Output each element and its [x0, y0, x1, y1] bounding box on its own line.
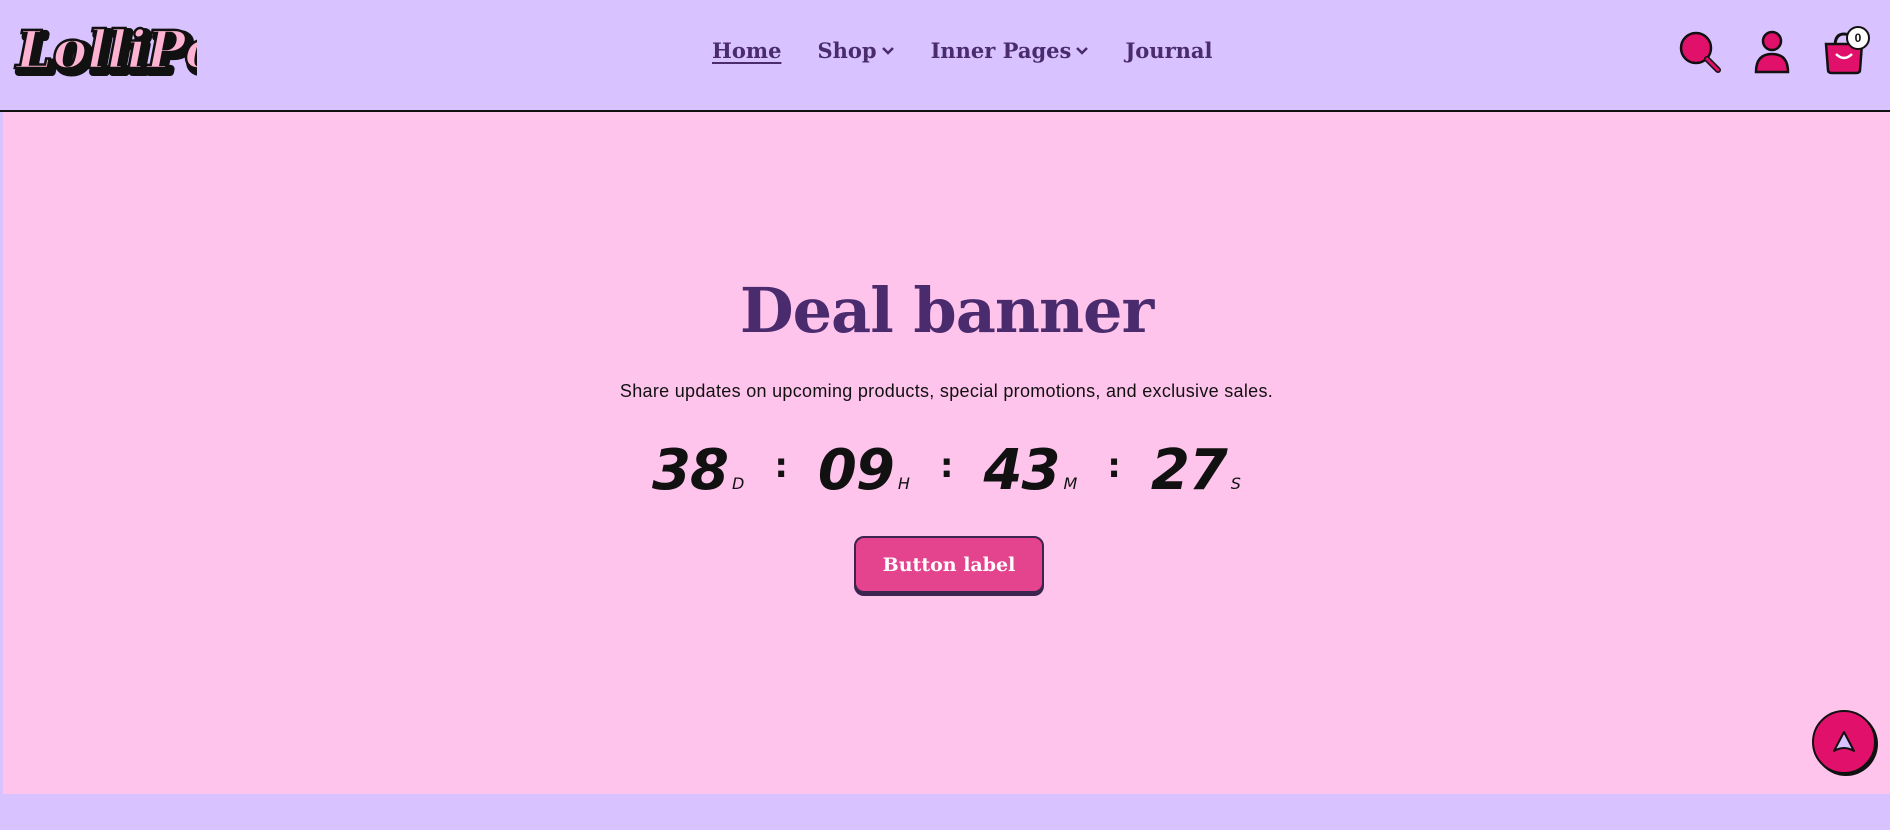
cart-button[interactable]: 0	[1820, 26, 1870, 76]
countdown-timer: 38 D : 09 H : 43 M : 27 S	[3, 438, 1890, 503]
arrow-up-icon	[1833, 731, 1855, 752]
countdown-seconds-value: 27	[1150, 438, 1228, 503]
countdown-hours: 09 H	[818, 438, 910, 503]
countdown-minutes-label: M	[1063, 474, 1078, 493]
countdown-separator: :	[939, 446, 954, 486]
header-actions: 0	[0, 26, 1890, 76]
countdown-separator: :	[774, 446, 788, 486]
countdown-days-value: 38	[652, 438, 729, 503]
search-icon[interactable]	[1676, 28, 1724, 76]
countdown-seconds-label: S	[1230, 474, 1241, 493]
banner-title: Deal banner	[739, 274, 1154, 347]
banner-cta-button[interactable]: Button label	[854, 536, 1044, 593]
countdown-hours-label: H	[897, 474, 910, 493]
countdown-days-label: D	[731, 474, 745, 493]
countdown-separator: :	[1107, 446, 1121, 486]
banner-description: Share updates on upcoming products, spec…	[619, 381, 1274, 401]
countdown-minutes-value: 43	[983, 438, 1061, 503]
cart-count-badge: 0	[1846, 26, 1870, 50]
deal-banner: Deal banner Share updates on upcoming pr…	[3, 112, 1890, 794]
countdown-days: 38 D	[652, 438, 744, 503]
countdown-seconds: 27 S	[1151, 438, 1241, 503]
countdown-minutes: 43 M	[984, 438, 1078, 503]
scroll-to-top-button[interactable]	[1812, 710, 1876, 774]
countdown-hours-value: 09	[817, 438, 895, 503]
site-header: LolliPop LolliPop Home Shop Inner Pages …	[0, 0, 1890, 112]
user-icon[interactable]	[1748, 28, 1796, 76]
